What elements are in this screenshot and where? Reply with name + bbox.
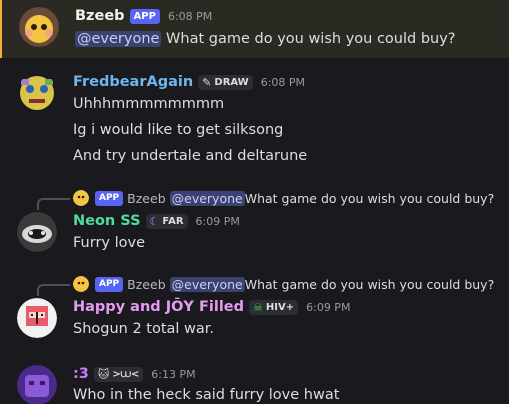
- moon-icon: ☾: [149, 214, 160, 228]
- brush-icon: ✎: [202, 75, 212, 89]
- reply-preview[interactable]: APP Bzeeb @everyone What game do you wis…: [73, 276, 494, 292]
- guild-tag[interactable]: ☾ FAR: [145, 213, 188, 229]
- reply-avatar: [73, 190, 89, 206]
- app-badge: APP: [95, 190, 124, 206]
- everyone-mention[interactable]: @everyone: [169, 190, 245, 206]
- reply-username[interactable]: Bzeeb: [127, 191, 165, 206]
- guild-tag[interactable]: ✎ DRAW: [198, 74, 253, 90]
- reply-avatar: [73, 276, 89, 292]
- username[interactable]: :3: [73, 366, 89, 382]
- timestamp[interactable]: 6:09 PM: [306, 301, 350, 314]
- reply-text: What game do you wish you could buy?: [244, 190, 495, 206]
- app-badge: APP: [129, 8, 160, 24]
- guild-tag[interactable]: 🐱 >⩊<: [93, 366, 144, 382]
- avatar[interactable]: [17, 73, 57, 113]
- timestamp[interactable]: 6:08 PM: [168, 10, 212, 23]
- guild-tag-label: FAR: [162, 215, 184, 227]
- guild-tag-label: HIV+: [265, 301, 295, 313]
- message-text: What game do you wish you could buy?: [161, 31, 456, 47]
- username[interactable]: FredbearAgain: [73, 74, 193, 90]
- avatar[interactable]: [19, 7, 59, 47]
- guild-tag-label: DRAW: [214, 76, 249, 88]
- message-text: Shogun 2 total war.: [73, 321, 215, 337]
- cat-icon: 🐱: [97, 367, 110, 381]
- username[interactable]: Happy and JŌY Filled: [73, 299, 244, 315]
- avatar[interactable]: [17, 365, 57, 404]
- guild-tag-label: >⩊<: [112, 368, 140, 380]
- timestamp[interactable]: 6:13 PM: [151, 368, 195, 381]
- reply-username[interactable]: Bzeeb: [127, 277, 165, 292]
- message-line: And try undertale and deltarune: [73, 148, 308, 164]
- timestamp[interactable]: 6:09 PM: [196, 215, 240, 228]
- message-line: Ig i would like to get silksong: [73, 122, 284, 138]
- message-happy-and-joy-filled[interactable]: APP Bzeeb @everyone What game do you wis…: [0, 272, 509, 344]
- skull-icon: ☠: [253, 300, 263, 314]
- message-text: Who in the heck said furry love hwat: [73, 387, 340, 403]
- reply-connector: [37, 284, 70, 296]
- guild-tag[interactable]: ☠ HIV+: [249, 299, 299, 315]
- message-colon-three[interactable]: :3 🐱 >⩊< 6:13 PM Who in the heck said fu…: [0, 358, 509, 404]
- message-neon-ss[interactable]: APP Bzeeb @everyone What game do you wis…: [0, 186, 509, 258]
- message-bzeeb[interactable]: Bzeeb APP 6:08 PM @everyone What game do…: [0, 0, 509, 58]
- reply-preview[interactable]: APP Bzeeb @everyone What game do you wis…: [73, 190, 494, 206]
- message-text: Furry love: [73, 235, 145, 251]
- message-line: Uhhhmmmmmmmm: [73, 96, 225, 112]
- reply-text: What game do you wish you could buy?: [244, 276, 495, 292]
- timestamp[interactable]: 6:08 PM: [261, 76, 305, 89]
- everyone-mention[interactable]: @everyone: [75, 31, 162, 47]
- reply-connector: [37, 198, 70, 210]
- message-content: @everyone What game do you wish you coul…: [75, 31, 456, 47]
- app-badge: APP: [95, 276, 124, 292]
- avatar[interactable]: [17, 212, 57, 252]
- message-fredbearagain[interactable]: FredbearAgain ✎ DRAW 6:08 PM Uhhhmmmmmmm…: [0, 66, 509, 176]
- username[interactable]: Bzeeb: [75, 8, 125, 24]
- username[interactable]: Neon SS: [73, 213, 141, 229]
- everyone-mention[interactable]: @everyone: [169, 276, 245, 292]
- avatar[interactable]: [17, 298, 57, 338]
